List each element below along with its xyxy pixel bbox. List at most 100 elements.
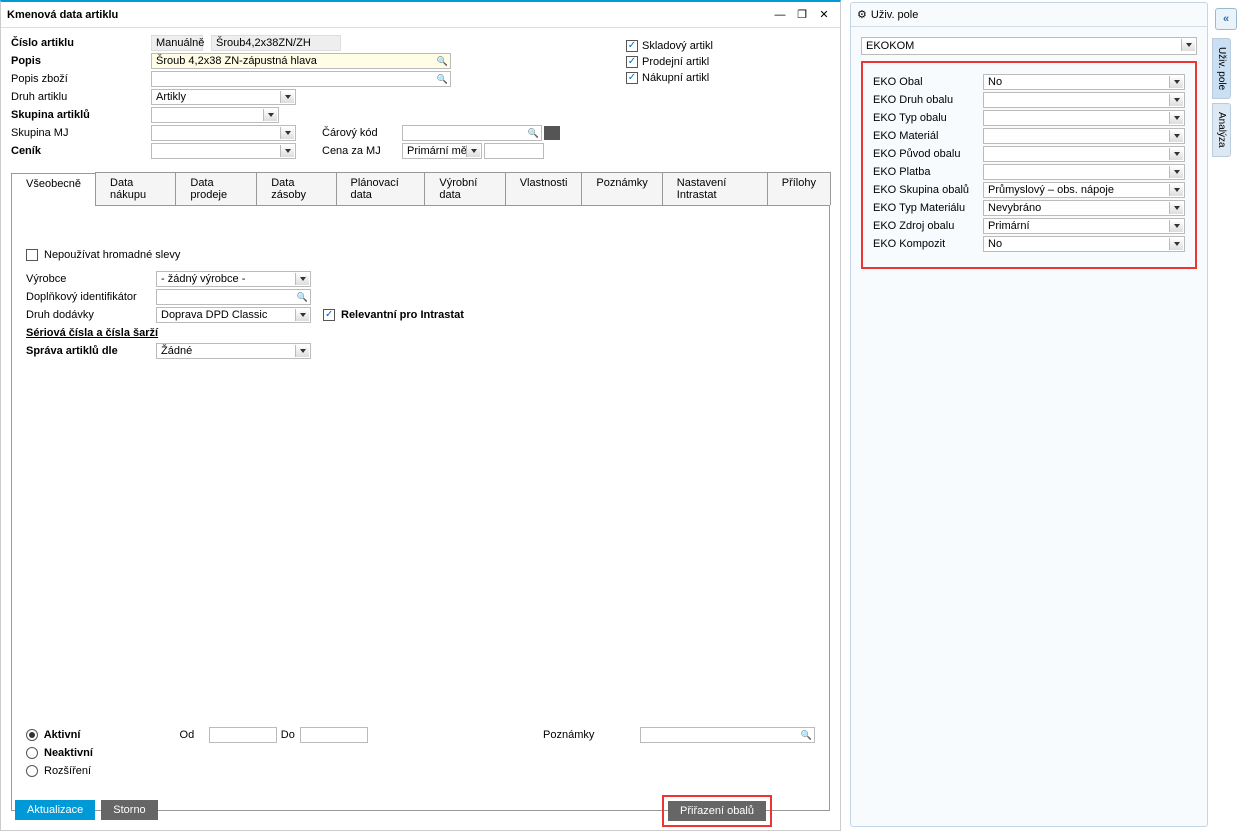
eko-kompozit-label: EKO Kompozit bbox=[873, 238, 983, 250]
window-title: Kmenová data artiklu bbox=[7, 9, 768, 21]
item-number-mode[interactable]: Manuálně bbox=[151, 35, 203, 51]
manage-by-select[interactable]: Žádné bbox=[156, 343, 311, 359]
intrastat-relevant-label: Relevantní pro Intrastat bbox=[341, 309, 464, 321]
item-group-label: Skupina artiklů bbox=[11, 109, 151, 121]
serial-batch-heading: Sériová čísla a čísla šarží bbox=[26, 327, 226, 339]
eko-typ-mat-label: EKO Typ Materiálu bbox=[873, 202, 983, 214]
eko-druh-select[interactable] bbox=[983, 92, 1185, 108]
tab-production[interactable]: Výrobní data bbox=[424, 172, 505, 205]
tab-attachments[interactable]: Přílohy bbox=[767, 172, 831, 205]
eko-material-select[interactable] bbox=[983, 128, 1185, 144]
item-group-select[interactable] bbox=[151, 107, 279, 123]
chevron-down-icon bbox=[295, 345, 309, 357]
chevron-down-icon bbox=[295, 309, 309, 321]
tab-remarks[interactable]: Poznámky bbox=[581, 172, 662, 205]
tab-bar: Všeobecně Data nákupu Data prodeje Data … bbox=[11, 172, 830, 206]
chevron-down-icon bbox=[280, 145, 294, 157]
restore-button[interactable]: ❐ bbox=[792, 6, 812, 24]
eko-puvod-select[interactable] bbox=[983, 146, 1185, 162]
sales-item-checkbox[interactable] bbox=[626, 56, 638, 68]
intrastat-relevant-checkbox[interactable] bbox=[323, 309, 335, 321]
title-bar[interactable]: Kmenová data artiklu — ❐ ✕ bbox=[1, 2, 840, 28]
chevron-down-icon bbox=[1169, 184, 1183, 196]
barcode-lookup-button[interactable] bbox=[544, 126, 560, 140]
chevron-down-icon bbox=[1169, 76, 1183, 88]
inventory-item-label: Skladový artikl bbox=[642, 40, 713, 52]
udf-category-select[interactable]: EKOKOM bbox=[861, 37, 1197, 55]
remarks-input[interactable] bbox=[640, 727, 815, 743]
unit-price-label: Cena za MJ bbox=[322, 145, 402, 157]
eko-skupina-select[interactable]: Průmyslový – obs. nápoje bbox=[983, 182, 1185, 198]
foreign-description-input[interactable] bbox=[151, 71, 451, 87]
tab-sales[interactable]: Data prodeje bbox=[175, 172, 257, 205]
user-fields-title-bar[interactable]: ⚙ Uživ. pole bbox=[851, 3, 1207, 27]
eko-zdroj-select[interactable]: Primární bbox=[983, 218, 1185, 234]
status-active-radio[interactable] bbox=[26, 729, 38, 741]
eko-obal-select[interactable]: No bbox=[983, 74, 1185, 90]
purchase-item-label: Nákupní artikl bbox=[642, 72, 709, 84]
collapse-side-panel-button[interactable]: « bbox=[1215, 8, 1237, 30]
eko-typ-mat-select[interactable]: Nevybráno bbox=[983, 200, 1185, 216]
minimize-button[interactable]: — bbox=[770, 6, 790, 24]
eko-kompozit-select[interactable]: No bbox=[983, 236, 1185, 252]
from-label: Od bbox=[180, 729, 209, 741]
status-inactive-radio[interactable] bbox=[26, 747, 38, 759]
no-bulk-discounts-label: Nepoužívat hromadné slevy bbox=[44, 249, 180, 261]
chevron-down-icon bbox=[1169, 220, 1183, 232]
chevron-down-icon bbox=[280, 91, 294, 103]
eko-obal-label: EKO Obal bbox=[873, 76, 983, 88]
tab-planning[interactable]: Plánovací data bbox=[336, 172, 426, 205]
tab-purchasing[interactable]: Data nákupu bbox=[95, 172, 176, 205]
right-tab-user-fields[interactable]: Uživ. pole bbox=[1212, 38, 1231, 99]
item-type-label: Druh artiklu bbox=[11, 91, 151, 103]
uom-group-select[interactable] bbox=[151, 125, 296, 141]
barcode-input[interactable] bbox=[402, 125, 542, 141]
additional-id-input[interactable] bbox=[156, 289, 311, 305]
pricelist-select[interactable] bbox=[151, 143, 296, 159]
inventory-item-checkbox[interactable] bbox=[626, 40, 638, 52]
description-input[interactable]: Šroub 4,2x38 ZN-zápustná hlava bbox=[151, 53, 451, 69]
eko-typ-obalu-select[interactable] bbox=[983, 110, 1185, 126]
user-fields-panel: ⚙ Uživ. pole EKOKOM EKO ObalNo EKO Druh … bbox=[850, 2, 1208, 827]
no-bulk-discounts-checkbox[interactable] bbox=[26, 249, 38, 261]
update-button[interactable]: Aktualizace bbox=[15, 800, 95, 820]
sales-item-label: Prodejní artikl bbox=[642, 56, 709, 68]
cancel-button[interactable]: Storno bbox=[101, 800, 157, 820]
tab-properties[interactable]: Vlastnosti bbox=[505, 172, 583, 205]
additional-id-label: Doplňkový identifikátor bbox=[26, 291, 156, 303]
chevron-down-icon bbox=[1169, 202, 1183, 214]
status-advanced-radio[interactable] bbox=[26, 765, 38, 777]
eko-skupina-label: EKO Skupina obalů bbox=[873, 184, 983, 196]
footer-buttons: Aktualizace Storno bbox=[15, 800, 158, 820]
assign-packaging-button[interactable]: Přiřazení obalů bbox=[668, 801, 766, 821]
chevron-down-icon bbox=[1169, 94, 1183, 106]
unit-price-currency[interactable]: Primární měn bbox=[402, 143, 482, 159]
uom-group-label: Skupina MJ bbox=[11, 127, 151, 139]
item-number-value[interactable]: Šroub4,2x38ZN/ZH bbox=[211, 35, 341, 51]
item-type-select[interactable]: Artikly bbox=[151, 89, 296, 105]
close-button[interactable]: ✕ bbox=[814, 6, 834, 24]
tab-intrastat[interactable]: Nastavení Intrastat bbox=[662, 172, 768, 205]
eko-druh-label: EKO Druh obalu bbox=[873, 94, 983, 106]
purchase-item-checkbox[interactable] bbox=[626, 72, 638, 84]
eko-platba-select[interactable] bbox=[983, 164, 1185, 180]
chevron-down-icon bbox=[1169, 238, 1183, 250]
unit-price-input[interactable] bbox=[484, 143, 544, 159]
right-tab-analysis[interactable]: Analýza bbox=[1212, 103, 1231, 157]
chevron-down-icon bbox=[1181, 39, 1195, 51]
shipping-type-select[interactable]: Doprava DPD Classic bbox=[156, 307, 311, 323]
tab-general[interactable]: Všeobecně bbox=[11, 173, 96, 206]
manufacturer-select[interactable]: - žádný výrobce - bbox=[156, 271, 311, 287]
eko-material-label: EKO Materiál bbox=[873, 130, 983, 142]
eko-typ-obalu-label: EKO Typ obalu bbox=[873, 112, 983, 124]
tab-inventory[interactable]: Data zásoby bbox=[256, 172, 336, 205]
status-inactive-label: Neaktivní bbox=[44, 747, 124, 759]
pricelist-label: Ceník bbox=[11, 145, 151, 157]
from-date-input[interactable] bbox=[209, 727, 277, 743]
to-date-input[interactable] bbox=[300, 727, 368, 743]
remarks-label: Poznámky bbox=[543, 729, 601, 741]
header-form: Číslo artiklu Manuálně Šroub4,2x38ZN/ZH … bbox=[1, 28, 840, 162]
chevron-down-icon bbox=[1169, 148, 1183, 160]
chevron-down-icon bbox=[1169, 112, 1183, 124]
chevron-down-icon bbox=[295, 273, 309, 285]
